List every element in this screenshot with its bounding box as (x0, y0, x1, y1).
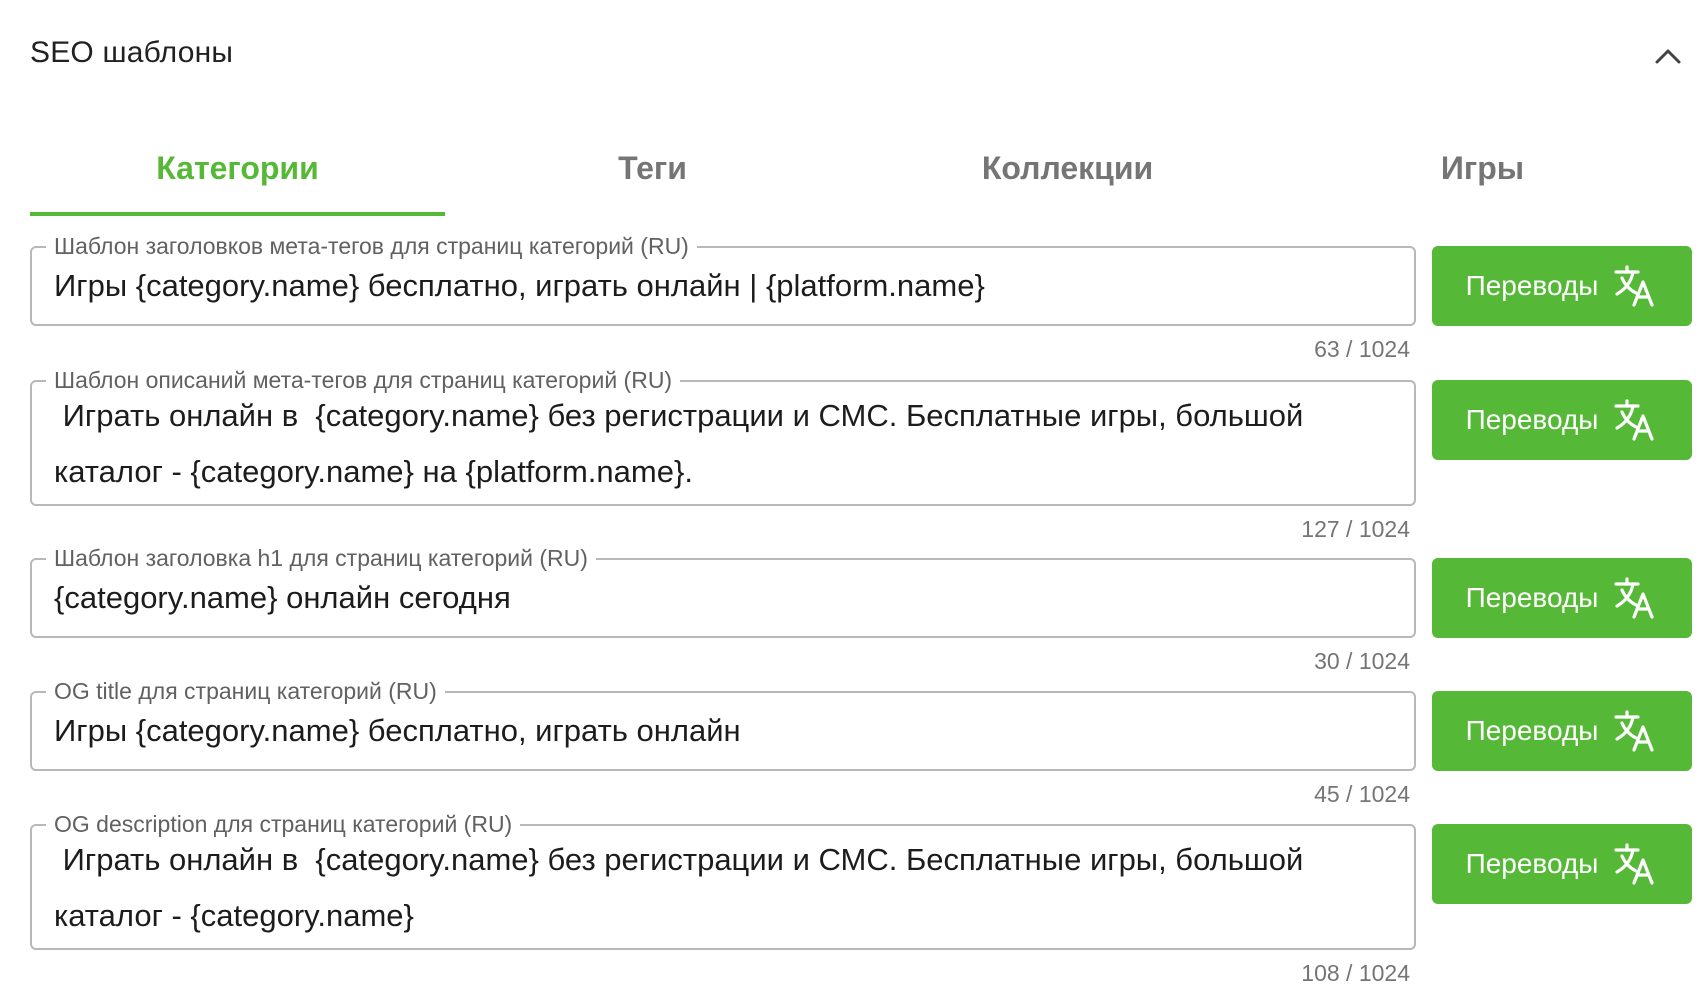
character-counter: 108 / 1024 (1301, 960, 1410, 986)
meta-description-field: Шаблон описаний мета-тегов для страниц к… (30, 366, 1416, 506)
meta-description-input[interactable]: Играть онлайн в {category.name} без реги… (32, 382, 1414, 502)
translations-button[interactable]: Переводы (1432, 380, 1692, 460)
tab-categories[interactable]: Категории (30, 128, 445, 216)
collapse-toggle-button[interactable] (1648, 36, 1688, 76)
panel-header[interactable]: SEO шаблоны (0, 0, 1708, 108)
tab-games[interactable]: Игры (1275, 128, 1690, 216)
translations-button[interactable]: Переводы (1432, 246, 1692, 326)
character-counter: 127 / 1024 (1301, 516, 1410, 542)
og-description-field: OG description для страниц категорий (RU… (30, 810, 1416, 950)
field-label: OG title для страниц категорий (RU) (46, 677, 445, 705)
translations-button[interactable]: Переводы (1432, 824, 1692, 904)
panel-title: SEO шаблоны (30, 36, 234, 69)
translations-button[interactable]: Переводы (1432, 558, 1692, 638)
og-title-field: OG title для страниц категорий (RU) Игры… (30, 677, 1416, 771)
translations-button-label: Переводы (1465, 404, 1599, 435)
character-counter: 45 / 1024 (1314, 781, 1410, 807)
field-label: Шаблон заголовков мета-тегов для страниц… (46, 232, 697, 260)
tab-collections[interactable]: Коллекции (860, 128, 1275, 216)
chevron-up-icon (1655, 49, 1681, 64)
translations-button-label: Переводы (1465, 848, 1599, 879)
character-counter: 30 / 1024 (1314, 648, 1410, 674)
translate-icon (1614, 577, 1655, 619)
translations-button-label: Переводы (1465, 582, 1599, 613)
tab-bar: Категории Теги Коллекции Игры (30, 128, 1690, 216)
translations-button-label: Переводы (1465, 715, 1599, 746)
translations-button[interactable]: Переводы (1432, 691, 1692, 771)
seo-templates-panel: SEO шаблоны Категории Теги Коллекции Игр… (0, 0, 1708, 996)
character-counter: 63 / 1024 (1314, 336, 1410, 362)
field-label: OG description для страниц категорий (RU… (46, 810, 521, 838)
translate-icon (1614, 843, 1655, 885)
h1-field: Шаблон заголовка h1 для страниц категори… (30, 544, 1416, 638)
translations-button-label: Переводы (1465, 270, 1599, 301)
field-label: Шаблон описаний мета-тегов для страниц к… (46, 366, 681, 394)
og-description-input[interactable]: Играть онлайн в {category.name} без реги… (32, 826, 1414, 946)
translate-icon (1614, 399, 1655, 441)
field-label: Шаблон заголовка h1 для страниц категори… (46, 544, 596, 572)
translate-icon (1614, 265, 1655, 307)
meta-title-field: Шаблон заголовков мета-тегов для страниц… (30, 232, 1416, 326)
translate-icon (1614, 710, 1655, 752)
tab-tags[interactable]: Теги (445, 128, 860, 216)
